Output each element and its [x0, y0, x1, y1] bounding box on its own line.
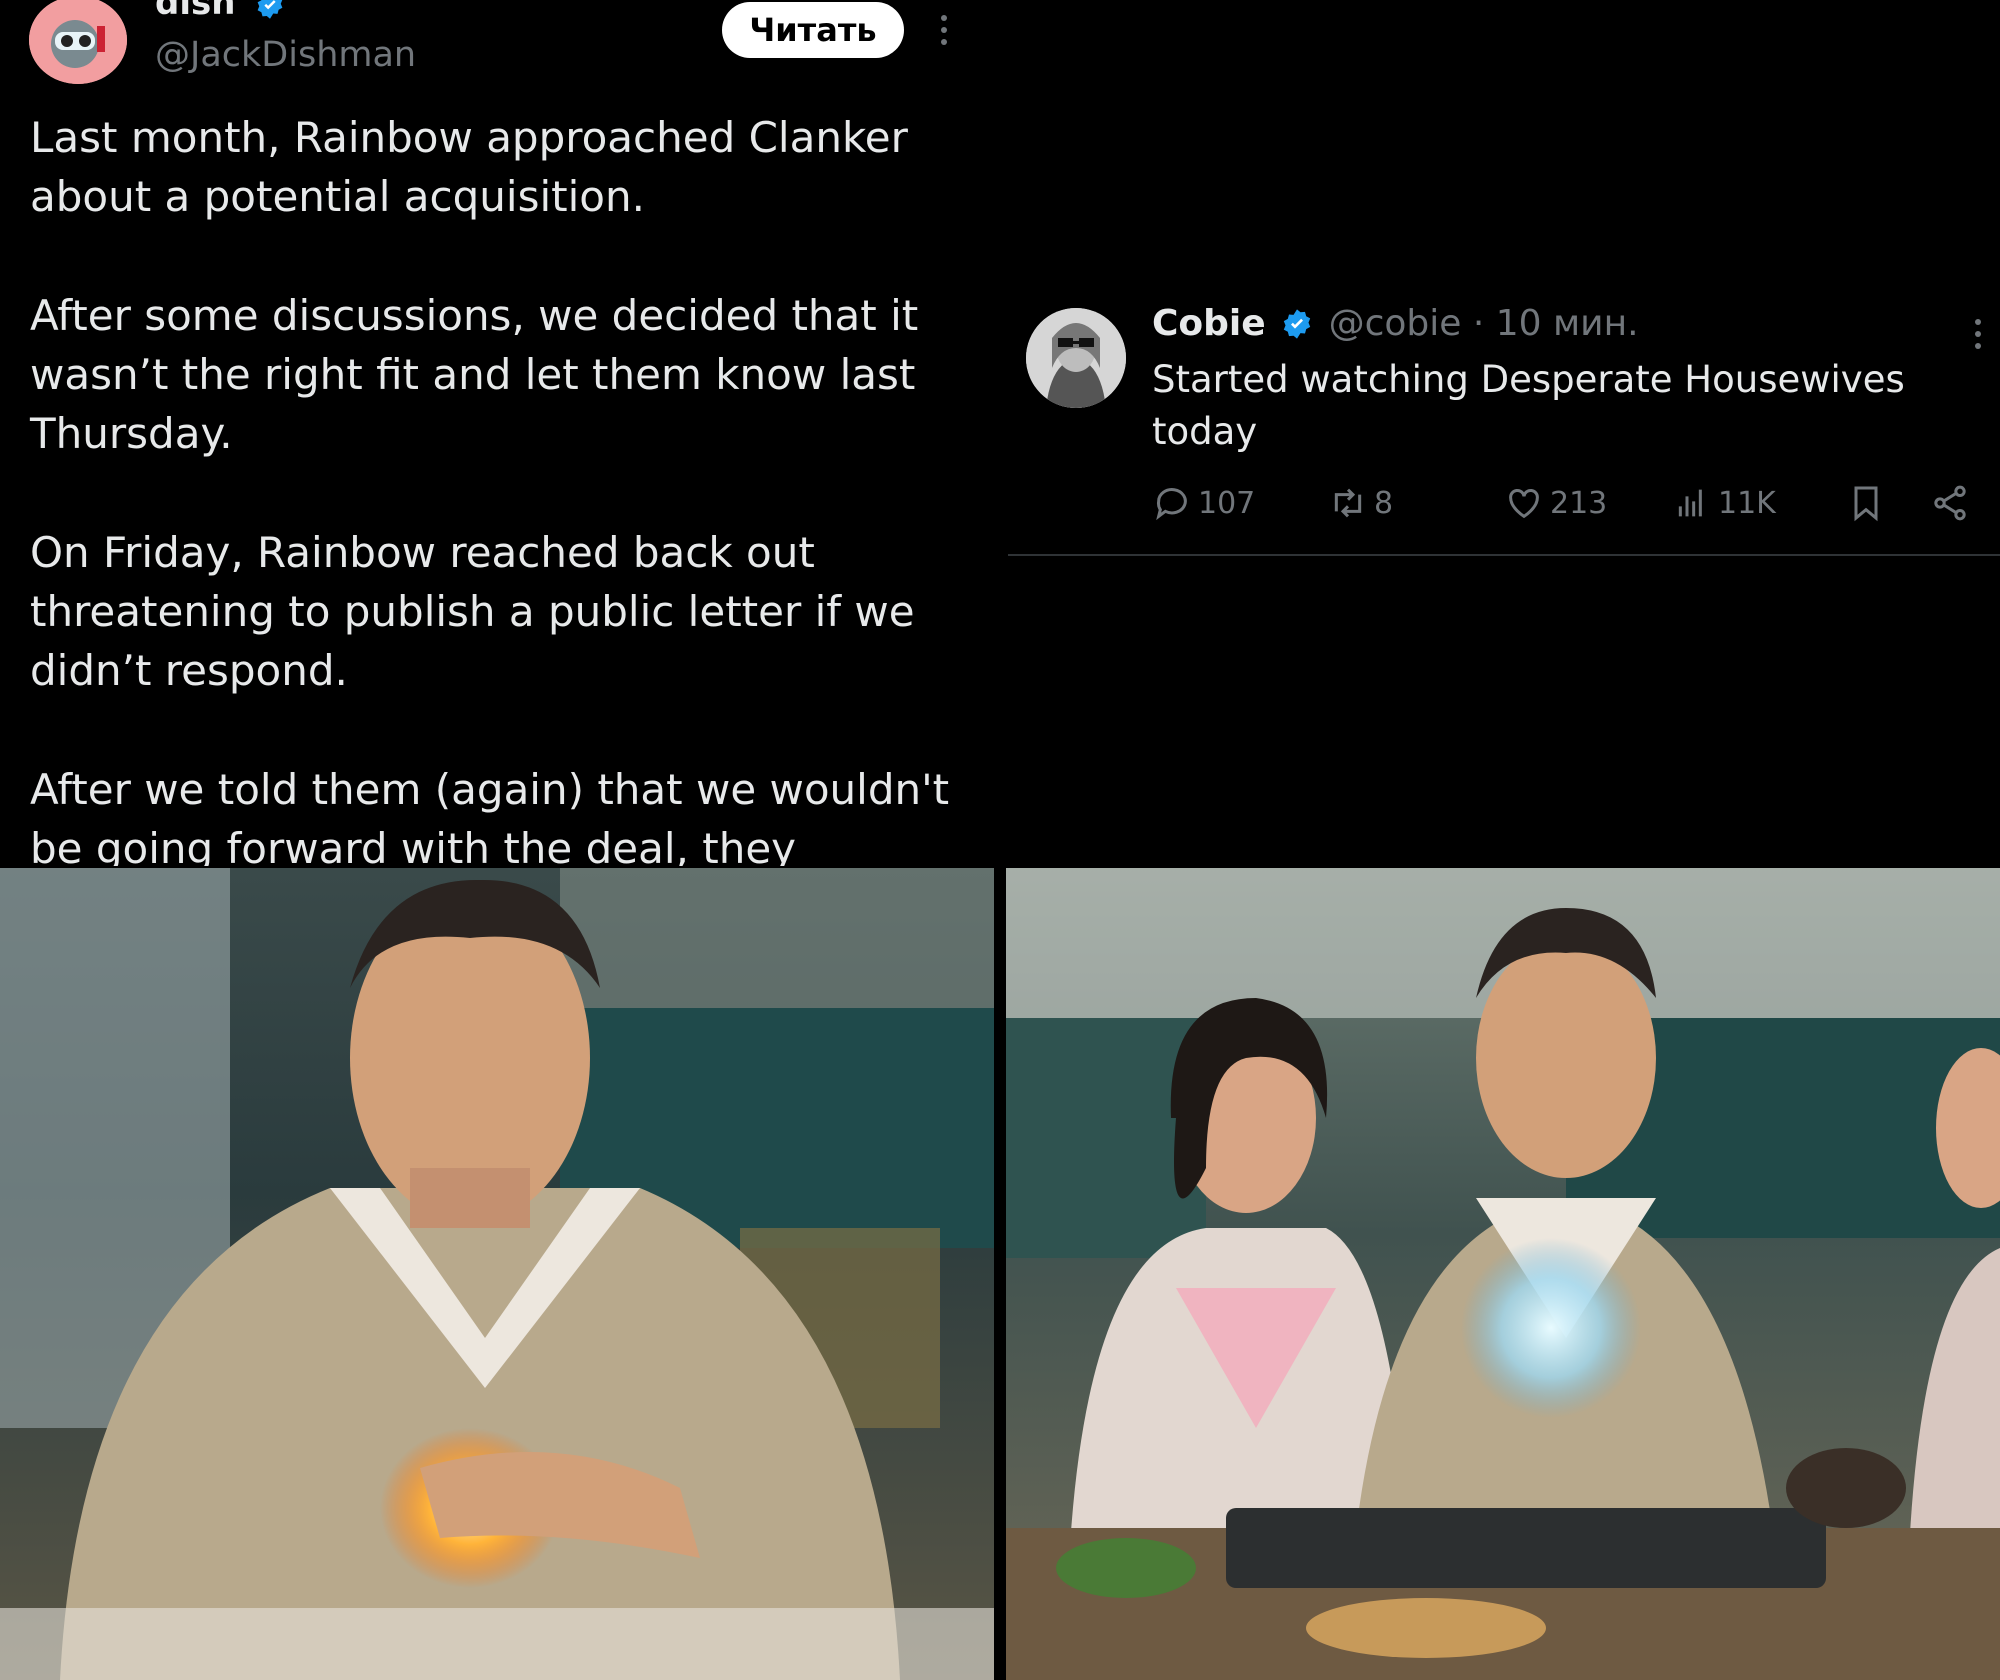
more-icon[interactable]: [934, 10, 954, 50]
photo-illustration: [0, 868, 994, 1680]
tweet-actions: 107 8 213 11K: [1152, 480, 1982, 526]
like-count: 213: [1550, 485, 1608, 521]
tweet-paragraph: After we told them (again) that we would…: [30, 765, 950, 866]
bookmark-icon: [1854, 486, 1878, 522]
author-handle[interactable]: @JackDishman: [155, 36, 416, 75]
views-icon: [1678, 489, 1702, 517]
verified-badge-icon: [257, 0, 283, 19]
share-icon: [1934, 485, 1966, 521]
tweet-paragraph: After some discussions, we decided that …: [30, 291, 919, 458]
repost-icon: [1334, 488, 1362, 518]
like-button[interactable]: 213: [1504, 480, 1607, 526]
views-button[interactable]: 11K: [1672, 480, 1776, 526]
views-count: 11K: [1718, 485, 1776, 521]
avatar-image: [1026, 308, 1126, 408]
bookmark-button[interactable]: [1846, 480, 1892, 526]
more-icon[interactable]: [1968, 314, 1988, 354]
tweet-text: Started watching Desperate Housewives to…: [1152, 358, 1905, 453]
photo-man-heartburn: [0, 868, 994, 1680]
verified-badge-icon: [1283, 309, 1311, 339]
author-name[interactable]: Cobie: [1152, 303, 1266, 344]
reply-button[interactable]: 107: [1152, 480, 1255, 526]
tweet-text: Last month, Rainbow approached Clanker a…: [30, 108, 970, 866]
photo-family-happy: [1006, 868, 2000, 1680]
repost-button[interactable]: 8: [1328, 480, 1393, 526]
like-icon: [1509, 489, 1539, 519]
right-tweet: Cobie @cobie · 10 мин. Started watching …: [1000, 290, 2000, 560]
author-name[interactable]: dish: [155, 0, 285, 20]
repost-count: 8: [1374, 485, 1394, 521]
tweet-time[interactable]: · 10 мин.: [1473, 303, 1639, 344]
reply-icon: [1156, 488, 1187, 521]
author-handle[interactable]: @cobie: [1329, 303, 1462, 344]
read-button[interactable]: Читать: [722, 2, 904, 58]
avatar-image: [29, 0, 127, 84]
avatar[interactable]: [1026, 308, 1126, 408]
share-button[interactable]: [1930, 480, 1976, 526]
tweet-paragraph: On Friday, Rainbow reached back out thre…: [30, 528, 915, 695]
reply-count: 107: [1198, 485, 1256, 521]
tweet-paragraph: Last month, Rainbow approached Clanker a…: [30, 113, 908, 221]
avatar[interactable]: [29, 0, 127, 84]
tweet-header: Cobie @cobie · 10 мин.: [1152, 304, 1639, 344]
left-tweet: dish @JackDishman Читать Last month, Rai…: [0, 0, 994, 866]
author-name-text: dish: [155, 0, 236, 23]
divider: [1008, 554, 2000, 556]
photo-illustration: [1006, 868, 2000, 1680]
